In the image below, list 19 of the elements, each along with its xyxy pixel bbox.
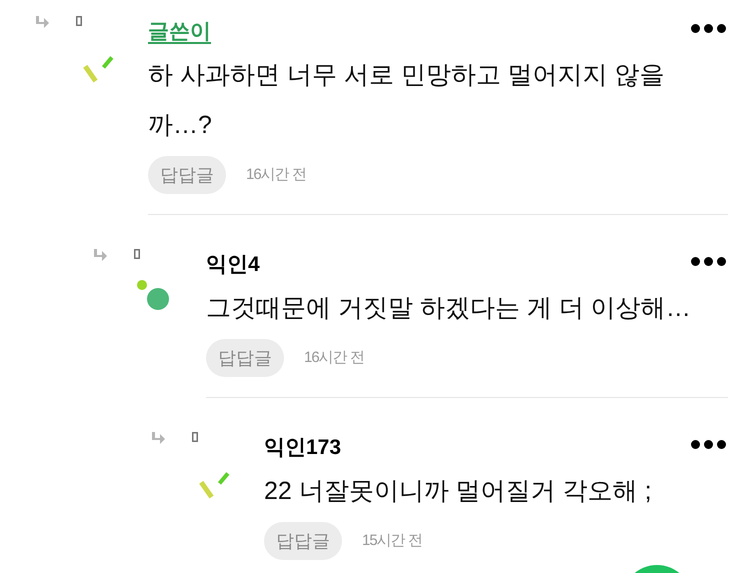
level-icon	[134, 249, 140, 259]
reply-button[interactable]: 답답글	[264, 522, 342, 560]
reply-arrow-icon	[92, 249, 108, 263]
time-label: 16시간 전	[304, 348, 364, 368]
author-name: 익인173	[264, 435, 342, 461]
level-icon	[76, 16, 82, 26]
reply-button[interactable]: 답답글	[206, 339, 284, 377]
level-icon	[192, 432, 198, 442]
reply-arrow-icon	[34, 16, 50, 30]
author-name: 익인4	[206, 252, 260, 278]
time-label: 15시간 전	[362, 530, 422, 551]
avatar-icon	[136, 277, 170, 311]
reply-button[interactable]: 답답글	[148, 156, 226, 194]
author-name[interactable]: 글쓴이	[148, 18, 211, 46]
comment-text: 22 너잘못이니까 멀어질거 각오해 ;	[264, 476, 653, 507]
comment-text: 하 사과하면 너무 서로 민망하고 멀어지지 않을까…?	[148, 60, 666, 141]
comment-text: 그것때문에 거짓말 하겠다는 게 더 이상해…	[206, 293, 692, 324]
time-label: 16시간 전	[246, 164, 306, 185]
reply-arrow-icon	[150, 432, 166, 446]
